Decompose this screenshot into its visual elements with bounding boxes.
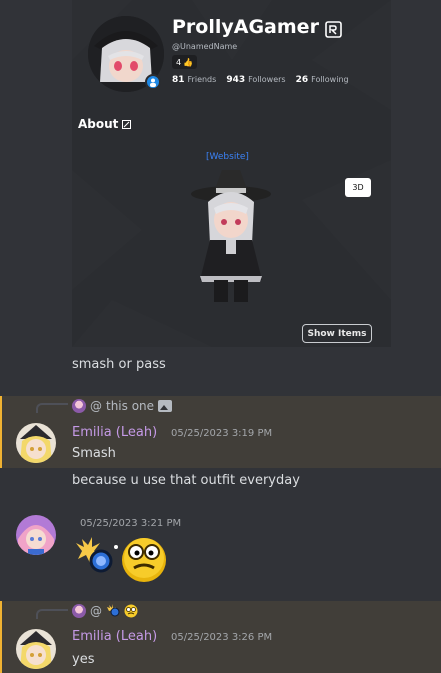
author-name[interactable]: Emilia (Leah)	[72, 629, 157, 644]
badge-count[interactable]: 4 👍	[172, 55, 198, 69]
timestamp: 05/25/2023 3:21 PM	[80, 518, 182, 529]
show-items-button[interactable]: Show Items	[302, 324, 372, 343]
reply-preview[interactable]: @ this one	[72, 399, 173, 413]
dizzy-face-emoji[interactable]	[120, 534, 168, 584]
timestamp: 05/25/2023 3:26 PM	[171, 632, 273, 643]
view-3d-button[interactable]: 3D	[345, 178, 371, 197]
reply-preview-text: this one	[106, 399, 155, 413]
website-link[interactable]: [Website]	[206, 152, 249, 162]
reply-mention: @	[90, 604, 102, 618]
mention-bar	[0, 601, 2, 673]
mention-bar	[0, 396, 2, 468]
about-heading: About	[78, 117, 132, 131]
stat-friends[interactable]: 81 Friends	[172, 75, 216, 85]
profile-stats: 81 Friends 943 Followers 26 Following	[172, 75, 349, 85]
stat-following[interactable]: 26 Following	[296, 75, 349, 85]
collision-ball-emoji-small	[107, 604, 120, 617]
stat-followers[interactable]: 943 Followers	[226, 75, 285, 85]
avatar[interactable]	[16, 423, 56, 463]
roblox-profile-card[interactable]: ProllyAGamer @UnamedName 4 👍 81 Friends 9…	[72, 0, 391, 347]
dizzy-face-emoji-small	[124, 604, 138, 618]
reply-preview[interactable]: @	[72, 604, 138, 618]
profile-display-name: ProllyAGamer	[172, 16, 319, 38]
timestamp: 05/25/2023 3:19 PM	[171, 428, 273, 439]
online-status-icon	[145, 74, 161, 90]
message-text: because u use that outfit everyday	[72, 473, 300, 488]
profile-username: @UnamedName	[172, 42, 238, 51]
image-icon	[158, 400, 173, 412]
reply-avatar	[72, 604, 86, 618]
avatar-figure	[191, 170, 271, 302]
avatar[interactable]	[16, 629, 56, 669]
reply-avatar	[72, 399, 86, 413]
message-text: Smash	[72, 446, 116, 461]
premium-icon	[325, 21, 342, 38]
edit-icon	[122, 119, 132, 129]
badge-count-value: 4	[176, 57, 182, 67]
reply-connector	[36, 403, 68, 413]
thumbs-up-icon: 👍	[183, 57, 194, 67]
message-text: yes	[72, 652, 95, 667]
avatar[interactable]	[16, 515, 56, 555]
reply-connector	[36, 609, 68, 619]
collision-ball-emoji[interactable]	[72, 535, 120, 583]
reply-mention: @	[90, 399, 102, 413]
author-name[interactable]: Emilia (Leah)	[72, 425, 157, 440]
message-text: smash or pass	[72, 357, 166, 372]
